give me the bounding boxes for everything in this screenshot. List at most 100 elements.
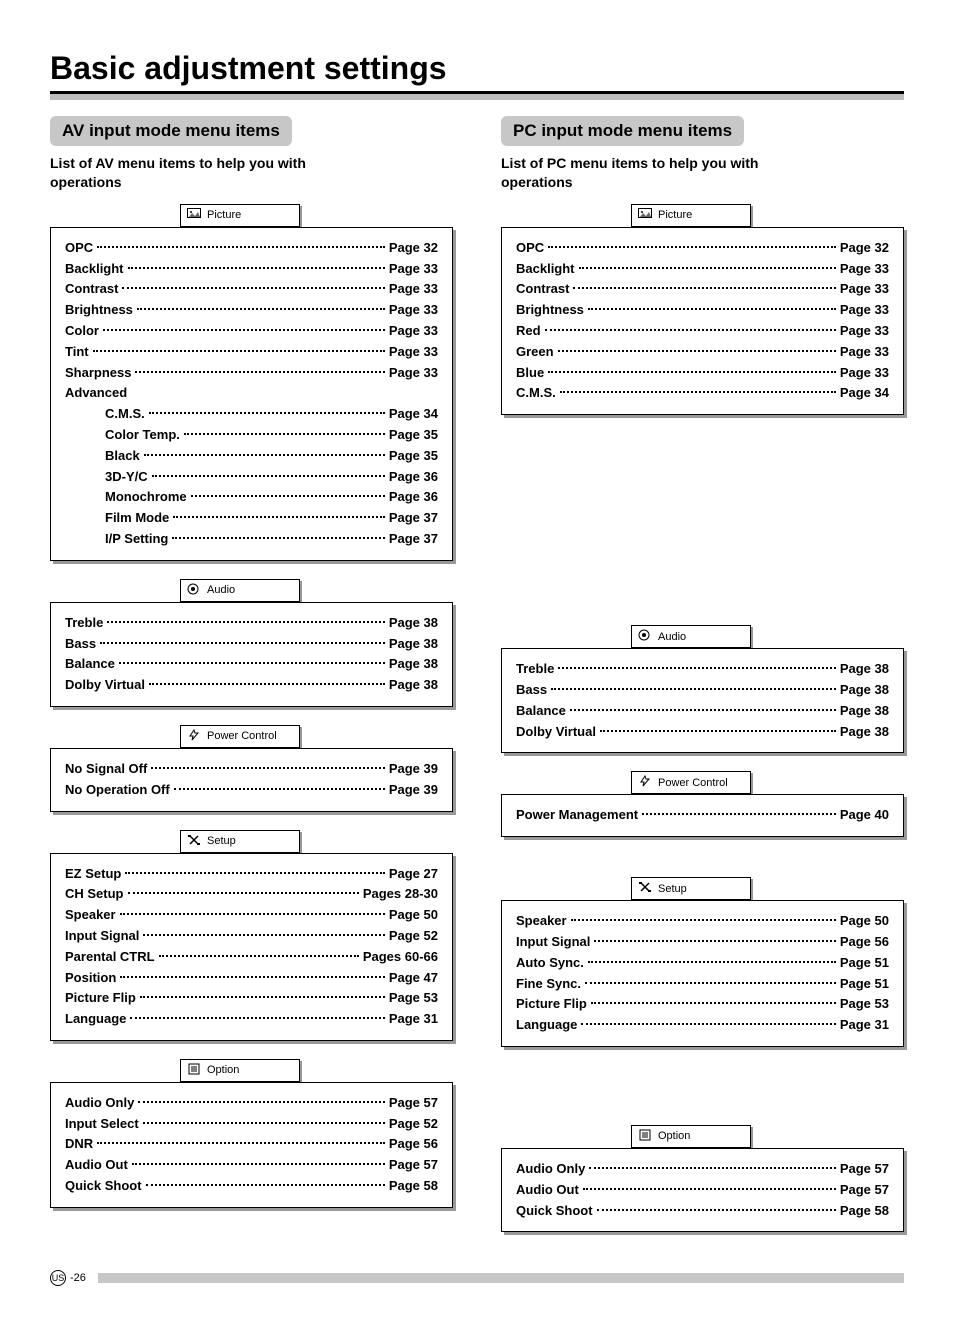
leader-dots: [191, 495, 385, 497]
menu-item-page: Page 38: [389, 654, 438, 675]
leader-dots: [152, 475, 385, 477]
menu-item-page: Page 27: [389, 864, 438, 885]
menu-item: EZ SetupPage 27: [65, 864, 438, 885]
leader-dots: [120, 913, 385, 915]
menu-item-page: Page 52: [389, 1114, 438, 1135]
menu-item: DNR Page 56: [65, 1134, 438, 1155]
leader-dots: [558, 350, 836, 352]
section-header: PC input mode menu items: [501, 116, 744, 146]
menu-item: Input SelectPage 52: [65, 1114, 438, 1135]
leader-dots: [120, 976, 385, 978]
leader-dots: [137, 308, 385, 310]
menu-item: BassPage 38: [65, 634, 438, 655]
menu-item-page: Page 36: [389, 467, 438, 488]
menu-item: BlackPage 35: [65, 446, 438, 467]
menu-item-page: Page 33: [840, 321, 889, 342]
leader-dots: [143, 934, 384, 936]
menu-item-label: Audio Only: [65, 1093, 134, 1114]
menu-item-label: Speaker: [516, 911, 567, 932]
menu-item-page: Page 52: [389, 926, 438, 947]
menu-item-page: Page 58: [840, 1201, 889, 1222]
setup-icon: [187, 834, 201, 849]
group-tab: Audio: [631, 625, 751, 648]
group-subhead: Advanced: [65, 383, 438, 404]
group-tab: Setup: [180, 830, 300, 853]
group-panel: EZ SetupPage 27CH SetupPages 28-30Speake…: [50, 853, 453, 1041]
menu-item-page: Page 40: [840, 805, 889, 826]
leader-dots: [594, 940, 835, 942]
menu-item-label: DNR: [65, 1134, 93, 1155]
group-panel: Audio OnlyPage 57Input SelectPage 52DNRP…: [50, 1082, 453, 1208]
menu-item: Input SignalPage 52: [65, 926, 438, 947]
page-footer: US -26: [50, 1270, 904, 1286]
menu-item-label: Color Temp.: [105, 425, 180, 446]
menu-item: Color Temp.Page 35: [65, 425, 438, 446]
menu-item: TintPage 33: [65, 342, 438, 363]
leader-dots: [173, 516, 385, 518]
menu-item: RedPage 33: [516, 321, 889, 342]
menu-item-label: Audio Out: [65, 1155, 128, 1176]
menu-item: BacklightPage 33: [516, 259, 889, 280]
group-tab-label: Audio: [658, 631, 686, 643]
menu-item: Picture FlipPage 53: [516, 994, 889, 1015]
group-tab: Option: [180, 1059, 300, 1082]
menu-item-label: Contrast: [516, 279, 569, 300]
group-tab-label: Power Control: [207, 730, 277, 742]
group-panel: Power ManagementPage 40: [501, 794, 904, 837]
leader-dots: [119, 662, 385, 664]
menu-item-label: Contrast: [65, 279, 118, 300]
menu-item-label: No Signal Off: [65, 759, 147, 780]
menu-item-page: Page 38: [389, 613, 438, 634]
menu-item: Audio OutPage 57: [516, 1180, 889, 1201]
leader-dots: [172, 537, 385, 539]
menu-item-label: Green: [516, 342, 554, 363]
power-icon: [638, 775, 652, 790]
group-panel: TreblePage 38BassPage 38BalancePage 38Do…: [50, 602, 453, 707]
spacer: [501, 433, 904, 625]
leader-dots: [551, 688, 836, 690]
setup-icon: [638, 881, 652, 896]
menu-item-label: Audio Only: [516, 1159, 585, 1180]
menu-item-label: CH Setup: [65, 884, 124, 905]
menu-item-label: OPC: [65, 238, 93, 259]
menu-item: BalancePage 38: [65, 654, 438, 675]
page-columns: AV input mode menu itemsList of AV menu …: [50, 116, 904, 1250]
menu-item-page: Page 39: [389, 759, 438, 780]
menu-item-page: Page 33: [840, 342, 889, 363]
menu-item-page: Page 57: [840, 1159, 889, 1180]
footer-divider: [98, 1273, 904, 1283]
menu-item-label: Film Mode: [105, 508, 169, 529]
menu-item: Dolby VirtualPage 38: [65, 675, 438, 696]
leader-dots: [588, 961, 836, 963]
menu-item-page: Page 56: [389, 1134, 438, 1155]
menu-item-label: Blue: [516, 363, 544, 384]
group-tab: Option: [631, 1125, 751, 1148]
menu-item-page: Page 33: [840, 259, 889, 280]
menu-item-page: Page 31: [389, 1009, 438, 1030]
spacer: [501, 1065, 904, 1125]
leader-dots: [107, 621, 385, 623]
menu-item-label: Speaker: [65, 905, 116, 926]
group-panel: OPCPage 32BacklightPage 33ContrastPage 3…: [501, 227, 904, 415]
menu-item: ColorPage 33: [65, 321, 438, 342]
option-icon: [187, 1063, 201, 1078]
group-tab: Picture: [180, 204, 300, 227]
menu-item: SharpnessPage 33: [65, 363, 438, 384]
leader-dots: [140, 996, 385, 998]
leader-dots: [138, 1101, 385, 1103]
menu-item-page: Page 56: [840, 932, 889, 953]
menu-item: Fine Sync.Page 51: [516, 974, 889, 995]
menu-item: Green Page 33: [516, 342, 889, 363]
group-panel: TreblePage 38BassPage 38BalancePage 38Do…: [501, 648, 904, 753]
leader-dots: [585, 982, 836, 984]
menu-item-page: Page 36: [389, 487, 438, 508]
group-tab: Audio: [180, 579, 300, 602]
menu-item-label: Color: [65, 321, 99, 342]
menu-item-page: Page 50: [840, 911, 889, 932]
leader-dots: [144, 454, 385, 456]
menu-item: MonochromePage 36: [65, 487, 438, 508]
menu-item-page: Page 33: [840, 300, 889, 321]
menu-item-label: Language: [65, 1009, 126, 1030]
leader-dots: [591, 1002, 836, 1004]
section-subtitle: List of PC menu items to help you with o…: [501, 154, 801, 192]
